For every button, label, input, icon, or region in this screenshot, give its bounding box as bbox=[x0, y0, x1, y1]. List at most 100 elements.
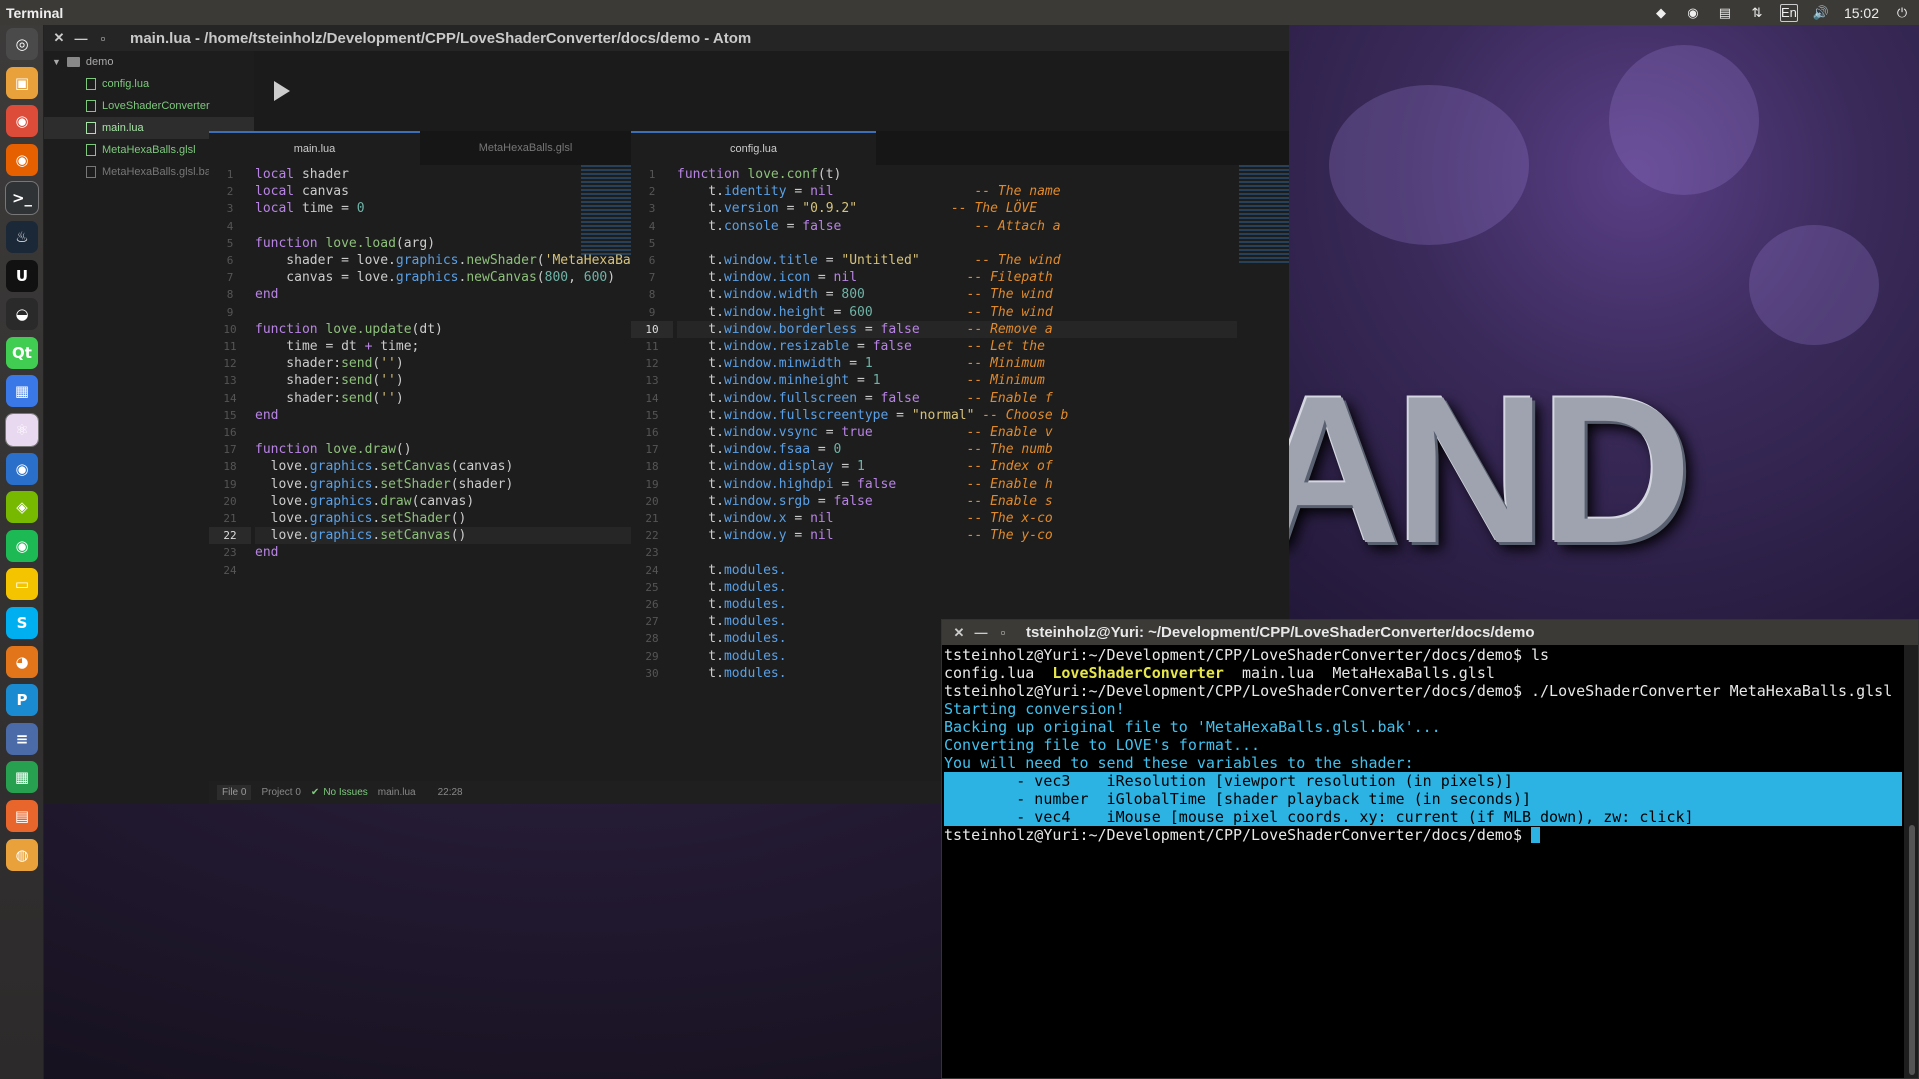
launcher-impress-icon[interactable]: ▤ bbox=[6, 800, 38, 832]
code-line[interactable]: t.window.borderless = false -- Remove a bbox=[677, 320, 1237, 338]
code-line[interactable]: t.window.srgb = false -- Enable s bbox=[677, 493, 1237, 510]
left-minimap[interactable] bbox=[581, 165, 631, 255]
keyboard-layout[interactable]: En bbox=[1779, 3, 1798, 22]
code-line[interactable]: t.window.x = nil -- The x-co bbox=[677, 510, 1237, 527]
launcher-text-editor-icon[interactable]: ≡ bbox=[6, 722, 38, 755]
launcher-chrome-icon[interactable]: ◉ bbox=[6, 105, 38, 138]
code-line[interactable]: function love.update(dt) bbox=[255, 321, 631, 338]
tree-file-item[interactable]: config.lua bbox=[44, 73, 254, 95]
code-line[interactable]: love.graphics.setShader(shader) bbox=[255, 476, 631, 493]
launcher-blender-icon[interactable]: ◒ bbox=[6, 298, 38, 331]
launcher-software-updater-icon[interactable]: ◍ bbox=[6, 838, 38, 871]
tab-config-lua[interactable]: config.lua bbox=[631, 131, 876, 165]
code-line[interactable]: t.window.width = 800 -- The wind bbox=[677, 286, 1237, 303]
code-line[interactable]: t.identity = nil -- The name bbox=[677, 183, 1237, 200]
launcher-gimp-icon[interactable]: ◕ bbox=[6, 645, 38, 678]
code-line[interactable]: love.graphics.draw(canvas) bbox=[255, 493, 631, 510]
code-line[interactable]: love.graphics.setCanvas(canvas) bbox=[255, 458, 631, 475]
code-line[interactable]: function love.conf(t) bbox=[677, 166, 1237, 183]
launcher-steam-icon[interactable]: ♨ bbox=[6, 221, 38, 253]
code-line[interactable]: t.window.y = nil -- The y-co bbox=[677, 527, 1237, 544]
launcher-qt-creator-icon[interactable]: Qt bbox=[6, 336, 38, 369]
code-line[interactable]: t.version = "0.9.2" -- The LÖVE bbox=[677, 200, 1237, 217]
code-line[interactable]: love.graphics.setShader() bbox=[255, 510, 631, 527]
code-line[interactable]: end bbox=[255, 407, 631, 424]
code-line[interactable]: t.window.fsaa = 0 -- The numb bbox=[677, 441, 1237, 458]
launcher-atom-icon[interactable]: ⚛ bbox=[5, 413, 39, 447]
code-line[interactable]: function love.load(arg) bbox=[255, 235, 631, 252]
network-icon[interactable]: ⇅ bbox=[1748, 4, 1766, 22]
maximize-icon[interactable]: ▫ bbox=[992, 625, 1014, 640]
code-line[interactable]: local time = 0 bbox=[255, 200, 631, 217]
code-line[interactable]: t.window.minwidth = 1 -- Minimum bbox=[677, 355, 1237, 372]
launcher-skype-icon[interactable]: S bbox=[6, 607, 38, 639]
launcher-spotify-icon[interactable]: ◉ bbox=[6, 529, 38, 562]
code-line[interactable]: t.window.title = "Untitled" -- The wind bbox=[677, 252, 1237, 269]
minimize-icon[interactable]: — bbox=[970, 625, 992, 640]
launcher-ubuntu-dash-icon[interactable]: ◎ bbox=[6, 28, 38, 60]
launcher-spreadsheet-icon[interactable]: ▦ bbox=[6, 761, 38, 794]
code-line[interactable]: t.window.vsync = true -- Enable v bbox=[677, 424, 1237, 441]
run-icon[interactable] bbox=[274, 81, 290, 101]
issues-status[interactable]: No Issues bbox=[323, 787, 367, 798]
tree-file-item[interactable]: LoveShaderConverter bbox=[44, 95, 254, 117]
code-line[interactable]: shader:send('') bbox=[255, 355, 631, 372]
status-filename[interactable]: main.lua bbox=[378, 787, 416, 798]
code-line[interactable]: canvas = love.graphics.newCanvas(800, 60… bbox=[255, 269, 631, 286]
code-line[interactable]: t.window.minheight = 1 -- Minimum bbox=[677, 372, 1237, 389]
clock[interactable]: 15:02 bbox=[1844, 5, 1879, 21]
code-line[interactable]: function love.draw() bbox=[255, 441, 631, 458]
tree-root-folder[interactable]: ▼ demo bbox=[44, 51, 254, 73]
code-line[interactable]: t.window.icon = nil -- Filepath bbox=[677, 269, 1237, 286]
launcher-pycharm-icon[interactable]: P bbox=[6, 684, 38, 717]
right-minimap[interactable] bbox=[1239, 165, 1289, 265]
terminal-scrollbar[interactable] bbox=[1904, 645, 1918, 1078]
launcher-terminal-icon[interactable]: >_ bbox=[5, 181, 39, 216]
launcher-files-icon[interactable]: ▣ bbox=[6, 66, 38, 99]
messages-icon[interactable]: ▤ bbox=[1716, 4, 1734, 22]
dropbox-icon[interactable]: ◆ bbox=[1652, 4, 1670, 22]
launcher-nvidia-icon[interactable]: ◈ bbox=[6, 491, 38, 524]
code-line[interactable]: love.graphics.setCanvas() bbox=[255, 527, 631, 545]
code-line[interactable]: t.modules. bbox=[677, 579, 1237, 596]
code-line[interactable]: t.window.highdpi = false -- Enable h bbox=[677, 476, 1237, 493]
code-line[interactable]: local shader bbox=[255, 166, 631, 183]
close-icon[interactable]: ✕ bbox=[948, 625, 970, 641]
terminal-output[interactable]: tsteinholz@Yuri:~/Development/CPP/LoveSh… bbox=[942, 645, 1904, 1078]
launcher-chromium-icon[interactable]: ◉ bbox=[6, 452, 38, 485]
minimize-icon[interactable]: — bbox=[70, 31, 92, 46]
maximize-icon[interactable]: ▫ bbox=[92, 31, 114, 46]
code-line[interactable]: t.window.display = 1 -- Index of bbox=[677, 458, 1237, 475]
file-count[interactable]: File 0 bbox=[217, 785, 252, 800]
volume-icon[interactable]: 🔊 bbox=[1812, 4, 1830, 22]
code-line[interactable]: shader = love.graphics.newShader('MetaHe… bbox=[255, 252, 631, 269]
code-line[interactable]: t.window.fullscreentype = "normal" -- Ch… bbox=[677, 407, 1237, 424]
left-code-area[interactable]: 1 local shader 2 local canvas 3 local time = … bbox=[209, 165, 631, 781]
code-line[interactable]: shader:send('') bbox=[255, 390, 631, 407]
close-icon[interactable]: ✕ bbox=[48, 30, 70, 46]
launcher-firefox-icon[interactable]: ◉ bbox=[6, 143, 38, 176]
code-line[interactable]: t.window.resizable = false -- Let the bbox=[677, 338, 1237, 355]
code-line[interactable]: t.modules. bbox=[677, 562, 1237, 579]
tab-metahexaballs-glsl[interactable]: MetaHexaBalls.glsl bbox=[420, 131, 631, 165]
code-line[interactable]: time = dt + time; bbox=[255, 338, 631, 355]
line-number: 7 bbox=[648, 271, 656, 285]
launcher-unreal-engine-icon[interactable]: U bbox=[6, 259, 38, 292]
launcher-software-center-icon[interactable]: ▦ bbox=[6, 375, 38, 408]
code-line[interactable]: shader:send('') bbox=[255, 372, 631, 389]
code-line[interactable]: t.window.height = 600 -- The wind bbox=[677, 304, 1237, 321]
tab-main-lua[interactable]: main.lua bbox=[209, 131, 420, 165]
code-line[interactable]: t.console = false -- Attach a bbox=[677, 218, 1237, 235]
code-line[interactable]: t.modules. bbox=[677, 596, 1237, 613]
code-line[interactable]: end bbox=[255, 286, 631, 303]
chrome-indicator-icon[interactable]: ◉ bbox=[1684, 4, 1702, 22]
launcher-remote-desktop-icon[interactable]: ▭ bbox=[6, 568, 38, 601]
scrollbar-thumb[interactable] bbox=[1909, 825, 1915, 1075]
project-count[interactable]: Project 0 bbox=[261, 787, 300, 798]
code-line[interactable]: t.window.fullscreen = false -- Enable f bbox=[677, 390, 1237, 407]
session-icon[interactable]: ⏻ bbox=[1893, 4, 1911, 22]
code-line[interactable]: local canvas bbox=[255, 183, 631, 200]
file-icon bbox=[86, 144, 96, 156]
cursor-position[interactable]: 22:28 bbox=[438, 787, 463, 798]
code-line[interactable]: end bbox=[255, 544, 631, 561]
